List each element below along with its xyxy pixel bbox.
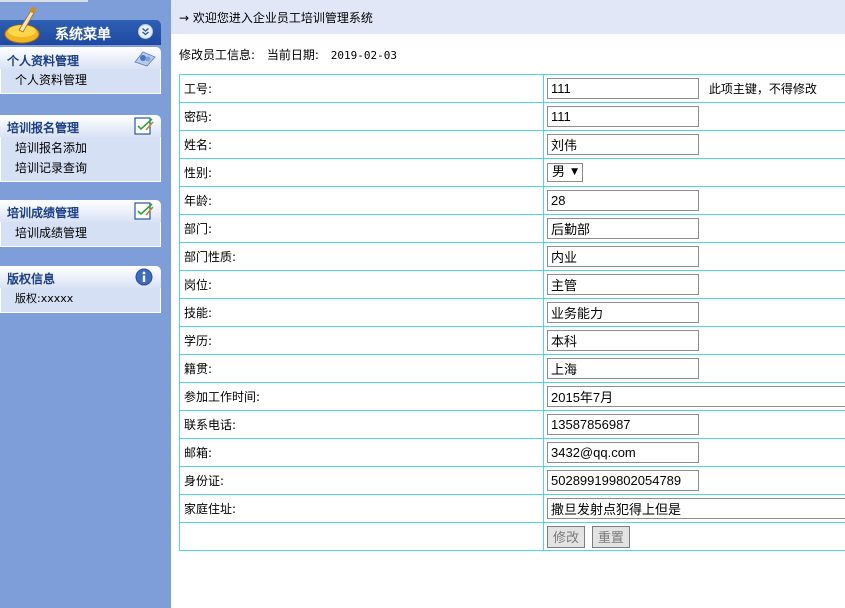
- actions-empty-cell: [179, 522, 544, 551]
- welcome-bar: → 欢迎您进入企业员工培训管理系统: [171, 0, 845, 34]
- sidebar-item-training-scores[interactable]: 培训成绩管理: [1, 223, 160, 243]
- form-row-password: 密码:: [179, 102, 845, 131]
- email-field[interactable]: [547, 442, 699, 463]
- gender-label: 性别:: [179, 158, 544, 187]
- form-row-start-date: 参加工作时间:: [179, 382, 845, 411]
- start-date-label: 参加工作时间:: [179, 382, 544, 411]
- start-date-field[interactable]: [547, 386, 845, 407]
- panel-header: 个人资料管理: [0, 47, 161, 69]
- id-card-field[interactable]: [547, 470, 699, 491]
- panel-training-scores: 培训成绩管理 培训成绩管理: [0, 200, 161, 247]
- name-field[interactable]: [547, 134, 699, 155]
- phone-label: 联系电话:: [179, 410, 544, 439]
- panel-copyright: 版权信息 版权:xxxxx: [0, 266, 161, 313]
- form-row-actions: 修改 重置: [179, 522, 845, 551]
- password-label: 密码:: [179, 102, 544, 131]
- panel-personal-info: 个人资料管理 个人资料管理: [0, 47, 161, 94]
- panel-title: 个人资料管理: [7, 54, 80, 68]
- date-value: 2019-02-03: [330, 49, 397, 62]
- menu-title: 系统菜单: [55, 27, 111, 43]
- sidebar-top-line: [0, 0, 88, 2]
- form-row-id: 工号: 此项主键，不得修改: [179, 74, 845, 103]
- collapse-icon[interactable]: [138, 24, 153, 39]
- form-row-hometown: 籍贯:: [179, 354, 845, 383]
- name-label: 姓名:: [179, 130, 544, 159]
- employee-id-field[interactable]: [547, 78, 699, 99]
- form-row-department-type: 部门性质:: [179, 242, 845, 271]
- password-field[interactable]: [547, 106, 699, 127]
- edit-document-icon: [133, 116, 155, 136]
- welcome-text: → 欢迎您进入企业员工培训管理系统: [179, 11, 373, 25]
- form-title: 修改员工信息:: [179, 48, 256, 62]
- form-row-id-card: 身份证:: [179, 466, 845, 495]
- gender-select[interactable]: 男 ▼: [547, 163, 583, 182]
- department-field[interactable]: [547, 218, 699, 239]
- panel-header: 培训报名管理: [0, 115, 161, 137]
- department-type-label: 部门性质:: [179, 242, 544, 271]
- sidebar-item-training-add[interactable]: 培训报名添加: [1, 138, 160, 158]
- copyright-text: 版权:xxxxx: [15, 292, 74, 305]
- menu-logo-icon: [2, 3, 50, 45]
- form-row-name: 姓名:: [179, 130, 845, 159]
- panel-title: 版权信息: [7, 272, 56, 286]
- address-field[interactable]: [547, 498, 845, 519]
- panel-body: 版权:xxxxx: [0, 288, 161, 313]
- form-row-gender: 性别: 男 ▼: [179, 158, 845, 187]
- panel-body: 培训成绩管理: [0, 222, 161, 247]
- form-row-position: 岗位:: [179, 270, 845, 299]
- education-label: 学历:: [179, 326, 544, 355]
- employee-form: 工号: 此项主键，不得修改 密码: 姓名: 性别: 男▼ 年龄: 部门: 部门性…: [179, 74, 845, 551]
- form-row-age: 年龄:: [179, 186, 845, 215]
- form-row-department: 部门:: [179, 214, 845, 243]
- department-type-field[interactable]: [547, 246, 699, 267]
- panel-header: 培训成绩管理: [0, 200, 161, 222]
- position-label: 岗位:: [179, 270, 544, 299]
- age-field[interactable]: [547, 190, 699, 211]
- submit-button[interactable]: 修改: [547, 525, 586, 548]
- phone-field[interactable]: [547, 414, 699, 435]
- employee-id-label: 工号:: [179, 74, 544, 103]
- hometown-label: 籍贯:: [179, 354, 544, 383]
- form-row-address: 家庭住址:: [179, 494, 845, 523]
- gender-selected-value: 男: [552, 165, 566, 180]
- date-label: 当前日期:: [266, 48, 319, 62]
- employee-id-note: 此项主键，不得修改: [708, 82, 817, 96]
- sidebar-item-personal-info[interactable]: 个人资料管理: [1, 70, 160, 90]
- form-row-phone: 联系电话:: [179, 410, 845, 439]
- form-row-email: 邮箱:: [179, 438, 845, 467]
- sidebar-item-training-query[interactable]: 培训记录查询: [1, 158, 160, 178]
- people-icon: [133, 48, 156, 68]
- form-row-education: 学历:: [179, 326, 845, 355]
- dropdown-arrow-icon: ▼: [571, 167, 578, 177]
- panel-title: 培训成绩管理: [7, 206, 80, 220]
- id-card-label: 身份证:: [179, 466, 544, 495]
- form-row-skill: 技能:: [179, 298, 845, 327]
- position-field[interactable]: [547, 274, 699, 295]
- skill-field[interactable]: [547, 302, 699, 323]
- department-label: 部门:: [179, 214, 544, 243]
- panel-title: 培训报名管理: [7, 121, 80, 135]
- panel-header: 版权信息: [0, 266, 161, 288]
- panel-body: 培训报名添加 培训记录查询: [0, 137, 161, 182]
- form-info-line: 修改员工信息: 当前日期: 2019-02-03: [179, 46, 397, 63]
- edit-document-icon: [133, 201, 155, 221]
- panel-training-registration: 培训报名管理 培训报名添加 培训记录查询: [0, 115, 161, 182]
- panel-body: 个人资料管理: [0, 69, 161, 94]
- info-icon: [133, 267, 155, 287]
- address-label: 家庭住址:: [179, 494, 544, 523]
- email-label: 邮箱:: [179, 438, 544, 467]
- education-field[interactable]: [547, 330, 699, 351]
- hometown-field[interactable]: [547, 358, 699, 379]
- sidebar: 系统菜单 个人资料管理 个人资料管理 培训报名管理 培训报名添加 培训记录查询 …: [0, 0, 171, 608]
- skill-label: 技能:: [179, 298, 544, 327]
- reset-button[interactable]: 重置: [591, 525, 630, 548]
- age-label: 年龄:: [179, 186, 544, 215]
